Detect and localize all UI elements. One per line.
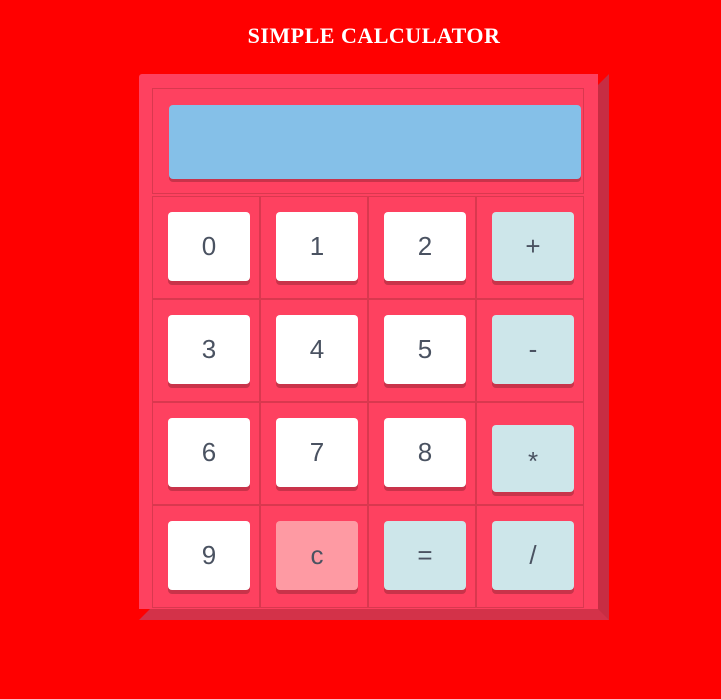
key-6[interactable]: 6: [168, 418, 250, 487]
key-cell: 5: [368, 299, 476, 402]
key-minus[interactable]: -: [492, 315, 574, 384]
calculator-bevel-bottom: [139, 609, 609, 620]
display-screen: [169, 105, 581, 179]
key-cell: /: [476, 505, 584, 608]
calculator-bevel-right: [598, 74, 609, 620]
key-cell: 2: [368, 196, 476, 299]
equals-button[interactable]: =: [384, 521, 466, 590]
key-7[interactable]: 7: [276, 418, 358, 487]
calculator-grid: 0 1 2 + 3 4 5 - 6 7 8 * 9 c = /: [152, 88, 584, 608]
key-cell: +: [476, 196, 584, 299]
key-cell: -: [476, 299, 584, 402]
key-cell: 7: [260, 402, 368, 505]
key-0[interactable]: 0: [168, 212, 250, 281]
key-cell: c: [260, 505, 368, 608]
key-8[interactable]: 8: [384, 418, 466, 487]
display-cell: [152, 88, 584, 194]
key-plus[interactable]: +: [492, 212, 574, 281]
key-cell: 9: [152, 505, 260, 608]
key-cell: 8: [368, 402, 476, 505]
key-cell: 4: [260, 299, 368, 402]
key-2[interactable]: 2: [384, 212, 466, 281]
key-cell: *: [476, 402, 584, 505]
key-9[interactable]: 9: [168, 521, 250, 590]
key-cell: 3: [152, 299, 260, 402]
key-4[interactable]: 4: [276, 315, 358, 384]
page-title: SIMPLE CALCULATOR: [247, 23, 501, 48]
clear-button[interactable]: c: [276, 521, 358, 590]
key-divide[interactable]: /: [492, 521, 574, 590]
key-cell: 1: [260, 196, 368, 299]
key-multiply[interactable]: *: [492, 425, 574, 492]
calculator: 0 1 2 + 3 4 5 - 6 7 8 * 9 c = /: [139, 74, 609, 620]
key-cell: 6: [152, 402, 260, 505]
key-5[interactable]: 5: [384, 315, 466, 384]
key-1[interactable]: 1: [276, 212, 358, 281]
key-cell: =: [368, 505, 476, 608]
key-3[interactable]: 3: [168, 315, 250, 384]
key-cell: 0: [152, 196, 260, 299]
